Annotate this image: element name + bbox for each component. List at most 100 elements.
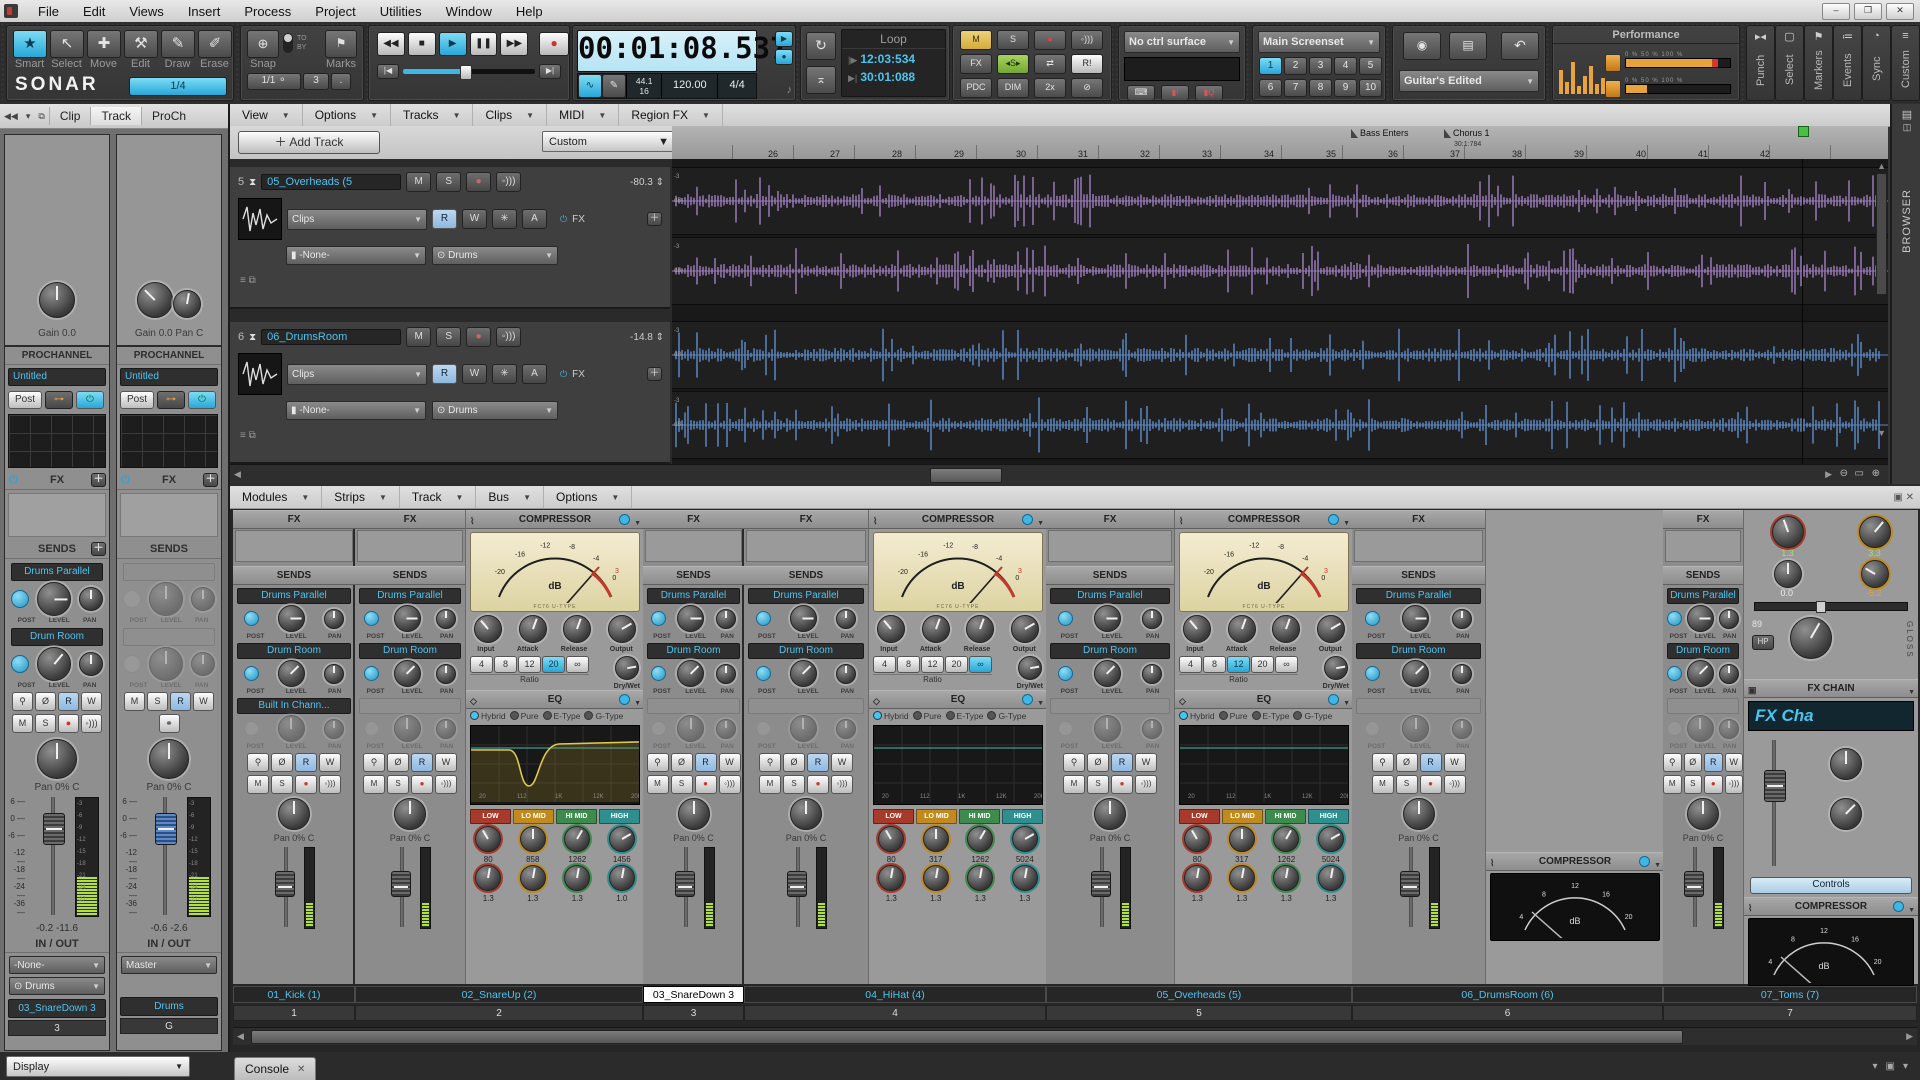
btn-M[interactable]: M [124, 692, 145, 711]
transport-button[interactable]: ▶▶ [500, 32, 528, 56]
btn-Ø[interactable]: Ø [783, 753, 805, 772]
tv-menu-view[interactable]: View▼ [230, 104, 303, 126]
send-pan-knob[interactable] [1719, 664, 1739, 684]
btn-●[interactable]: ● [411, 775, 433, 794]
eq-freq-knob[interactable] [564, 826, 590, 852]
ratio-8[interactable]: 8 [494, 656, 517, 673]
send-post-button[interactable] [244, 611, 259, 626]
snap-count[interactable]: 3 [303, 73, 329, 90]
btn-M[interactable]: M [247, 775, 269, 794]
collapse-icon[interactable]: ◀◀ [0, 111, 22, 122]
btn-S[interactable]: S [387, 775, 409, 794]
input-dropdown[interactable]: Master▼ [121, 956, 217, 974]
send-post-button[interactable] [11, 655, 29, 673]
send-level-knob[interactable] [677, 660, 704, 687]
btn-R[interactable]: R [170, 692, 191, 711]
fx-bin[interactable] [235, 530, 353, 562]
control-surface-dropdown[interactable]: No ctrl surface▼ [1124, 31, 1240, 53]
browser-synth-icon[interactable]: ◫ [1903, 122, 1912, 132]
send-level-knob[interactable] [278, 660, 305, 687]
send-name[interactable] [123, 628, 215, 646]
send-post-button[interactable] [1058, 721, 1073, 736]
tool-erase-button[interactable]: ✐ [198, 30, 232, 58]
wai-console-icon[interactable]: ▮Q [1195, 85, 1223, 101]
btn-◦)))[interactable]: ◦))) [719, 775, 741, 794]
console-menu-strips[interactable]: Strips▼ [322, 486, 400, 508]
post-button[interactable]: Post [120, 391, 154, 409]
eq-freq-knob[interactable] [1012, 826, 1038, 852]
display-dropdown[interactable]: Display ▼ [6, 1056, 190, 1077]
mix-S-button[interactable]: ◂S▸ [997, 54, 1029, 74]
send-pan-knob[interactable] [1142, 664, 1162, 684]
volume-fader[interactable] [1091, 871, 1111, 897]
edit-filter-dropdown[interactable]: Clips▼ [287, 209, 427, 230]
tv-menu-clips[interactable]: Clips▼ [473, 104, 547, 126]
side-tab-events[interactable]: ≔ Events [1833, 25, 1862, 101]
volume-fader[interactable] [787, 871, 807, 897]
btn-Ø[interactable]: Ø [671, 753, 693, 772]
btn-S[interactable]: S [271, 775, 293, 794]
wai-track-icon[interactable]: ▮! [1161, 85, 1189, 101]
tool-edit-button[interactable]: ⚒ [124, 30, 158, 58]
eq-mode-hybrid[interactable]: Hybrid [470, 711, 506, 721]
menu-views[interactable]: Views [117, 1, 175, 22]
pan-knob[interactable] [394, 798, 426, 830]
send-pan-knob[interactable] [1452, 609, 1472, 629]
volume-fader[interactable] [391, 871, 411, 897]
pan-knob[interactable] [1403, 798, 1435, 830]
strip-name-4[interactable]: 04_HiHat (4) [744, 986, 1046, 1003]
sends-header[interactable]: SENDS [643, 566, 744, 585]
lanes-icon[interactable]: ≡ [240, 275, 246, 286]
send-level-knob[interactable] [677, 715, 704, 742]
comp-release-knob[interactable] [563, 615, 591, 643]
scroll-right-icon[interactable]: ▶ [1825, 469, 1832, 480]
btn-Ø[interactable]: Ø [1396, 753, 1418, 772]
volume-fader[interactable] [43, 813, 65, 845]
output-dropdown[interactable]: ⊙ Drums▼ [432, 246, 558, 265]
send-name[interactable]: Drum Room [1356, 643, 1481, 659]
eq-band-low[interactable]: LOW [1179, 809, 1220, 824]
send-post-button[interactable] [1667, 611, 1682, 626]
eq-freq-knob[interactable] [967, 826, 993, 852]
eq-gain-knob[interactable] [1318, 865, 1344, 891]
track-W-button[interactable]: W [462, 364, 487, 384]
tv-menu-tracks[interactable]: Tracks▼ [391, 104, 473, 126]
ratio-20[interactable]: 20 [1251, 656, 1274, 673]
screenset-2[interactable]: 2 [1284, 57, 1307, 75]
eq-graph[interactable]: 201121K12K20K [873, 725, 1043, 805]
output-dropdown[interactable]: ⊙ Drums▼ [432, 401, 558, 420]
eq-mode-e-type[interactable]: E-Type [543, 711, 581, 721]
track-S-button[interactable]: S [436, 172, 461, 192]
side-tab-punch[interactable]: ▸◂ Punch [1746, 25, 1775, 101]
dropdown-icon[interactable]: ▾ [22, 111, 35, 122]
btn-M[interactable]: M [12, 714, 33, 733]
comp-output-knob[interactable] [608, 615, 636, 643]
send-name[interactable]: Drums Parallel [1667, 588, 1739, 604]
eq-gain-knob[interactable] [967, 865, 993, 891]
menu-insert[interactable]: Insert [176, 1, 233, 22]
power-button[interactable]: ⏻ [188, 391, 216, 409]
console-menu-modules[interactable]: Modules▼ [230, 486, 322, 508]
aim-assist-duration[interactable]: 1/4 [129, 77, 227, 96]
track-header[interactable]: 5 ⧗ 05_Overheads (5MS●◦)))-80.3 ⇕ Clips▼… [230, 167, 670, 309]
add-track-button[interactable]: ＋ Add Track [238, 131, 380, 154]
btn-◦)))[interactable]: ◦))) [319, 775, 341, 794]
comp-input-knob[interactable] [1183, 615, 1211, 643]
eq-mode-pure[interactable]: Pure [1219, 711, 1248, 721]
track-name[interactable]: Drums [120, 997, 218, 1016]
eq-freq-knob[interactable] [475, 826, 501, 852]
comp-attack-knob[interactable] [1228, 615, 1256, 643]
send-post-button[interactable] [364, 666, 379, 681]
comp-release-knob[interactable] [1272, 615, 1300, 643]
mini-record-toggle[interactable]: ● [775, 49, 793, 65]
btn-M[interactable]: M [1063, 775, 1085, 794]
send-pan-knob[interactable] [1719, 609, 1739, 629]
eq-mode-g-type[interactable]: G-Type [987, 711, 1026, 721]
send-level-knob[interactable] [278, 715, 305, 742]
fx-bin[interactable] [357, 530, 463, 562]
screenset-8[interactable]: 8 [1309, 79, 1332, 97]
fx-rack-header[interactable]: FX [233, 510, 355, 529]
send-post-button[interactable] [1365, 611, 1380, 626]
send-name[interactable] [1050, 698, 1170, 714]
eq-band-himid[interactable]: HI MID [1265, 809, 1306, 824]
